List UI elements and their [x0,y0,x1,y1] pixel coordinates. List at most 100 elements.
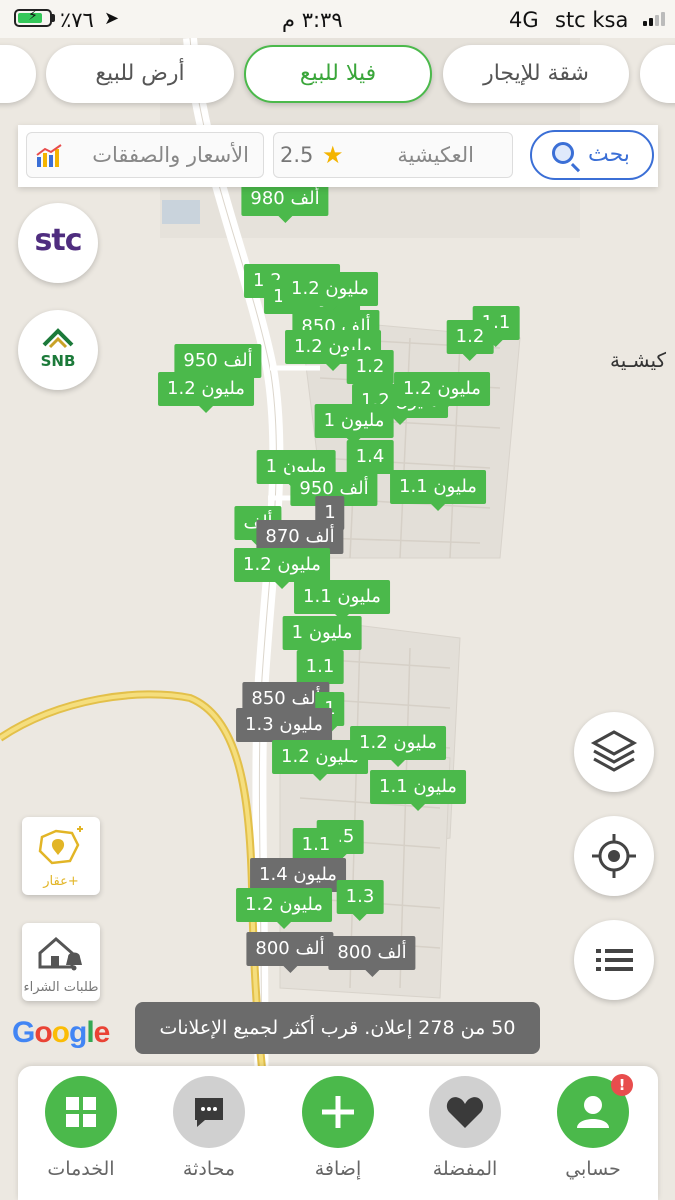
google-logo: Google [12,1016,110,1049]
listing-price-pin[interactable]: 1.4 مليون [250,858,346,899]
my-location-button[interactable] [574,816,654,896]
user-icon: ! [557,1074,633,1148]
listing-price-label: 1.2 مليون [359,732,437,753]
listing-price-pin[interactable]: 1.4 [346,440,394,481]
listing-price-pin[interactable]: 1.1 مليون [294,580,390,621]
location-name: العكيشية [397,143,474,167]
listing-price-label: 870 ألف [265,526,335,547]
layers-icon [590,730,638,772]
listing-price-pin[interactable]: 1.1 مليون [390,470,486,511]
listing-price-pin[interactable]: 1.2 [346,350,394,391]
bar-chart-icon [36,144,62,167]
layers-button[interactable] [574,712,654,792]
stc-button[interactable]: stc [18,203,98,283]
network-type: 4G [509,8,539,32]
nav-services-label: الخدمات [47,1158,115,1180]
listing-price-label: 1 مليون [323,410,385,431]
heart-icon [429,1076,501,1148]
star-icon: ★ [322,141,344,169]
listing-price-label: 800 ألف [337,942,407,963]
location-rating: 2.5 [280,143,314,167]
nav-chat[interactable]: محادثة [154,1076,264,1180]
snb-button[interactable]: SNB [18,310,98,390]
listing-price-label: 1.2 مليون [403,378,481,399]
nav-add[interactable]: إضافة [283,1076,393,1180]
listing-price-pin[interactable]: 1.2 مليون [236,888,332,929]
listing-price-pin[interactable]: 1 مليون [314,404,394,445]
listing-price-label: 1.2 مليون [245,894,323,915]
listing-price-pin[interactable]: 1.2 مليون [350,726,446,767]
search-bar: بحث العكيشية ★ 2.5 الأسعار والصفقات [18,125,658,187]
tab-apartment-rent[interactable]: شقة للإيجار [443,45,629,103]
map-area-label: كيشـية [610,348,667,372]
listing-price-label: 1.1 مليون [303,586,381,607]
listing-price-label: 1.2 مليون [167,378,245,399]
stc-logo: stc [34,223,83,258]
listing-price-pin[interactable]: 1.2 مليون [394,372,490,413]
snb-logo-icon [42,328,74,349]
prices-transactions-button[interactable]: الأسعار والصفقات [26,132,264,178]
listing-price-label: 1.1 [301,834,331,855]
purchase-requests-button[interactable]: طلبات الشراء [22,923,100,1001]
listing-price-pin[interactable]: 1.3 [336,880,384,921]
nav-account-label: حسابي [565,1158,621,1180]
listing-price-pin[interactable]: 1.2 مليون [282,272,378,313]
grid-icon [45,1076,117,1148]
listing-price-label: 980 ألف [250,188,320,209]
listing-price-label: 1.4 مليون [259,864,337,885]
listing-price-pin[interactable]: 1 مليون [282,616,362,657]
chat-icon [173,1076,245,1148]
tab-land-sale[interactable]: أرض للبيع [46,45,234,103]
listing-price-label: 1 مليون [291,622,353,643]
search-icon [552,142,574,164]
house-bell-icon [38,937,82,971]
listing-price-pin[interactable]: 1.3 مليون [236,708,332,749]
listing-price-label: 800 ألف [255,938,325,959]
listing-price-label: 850 ألف [251,688,321,709]
listing-price-pin[interactable]: 1.2 [446,320,494,361]
nav-services[interactable]: الخدمات [26,1076,136,1180]
listing-price-label: 1.3 مليون [245,714,323,735]
listing-price-label: 1.1 مليون [379,776,457,797]
clock: ٣:٣٩ م [282,8,343,32]
plus-icon [302,1076,374,1148]
search-button-label: بحث [588,142,630,167]
nav-chat-label: محادثة [182,1158,236,1180]
listing-price-label: 1.4 [355,446,385,467]
snb-logo: SNB [40,352,76,370]
listing-price-label: 950 ألف [183,350,253,371]
signal-icon [643,12,665,26]
nav-favorites-label: المفضلة [432,1158,498,1180]
listing-price-pin[interactable]: 980 ألف [241,182,329,223]
location-arrow-icon: ➤ [104,8,120,29]
listing-price-label: 1.3 [345,886,375,907]
listing-price-label: 1.1 [305,656,335,677]
listing-price-label: 1.2 [355,356,385,377]
location-selector[interactable]: العكيشية ★ 2.5 [273,132,513,178]
battery-icon: ⚡ [14,8,52,27]
listing-price-pin[interactable]: 1.2 مليون [158,372,254,413]
list-view-button[interactable] [574,920,654,1000]
listing-price-label: 1.1 مليون [399,476,477,497]
tab-villa-sale[interactable]: فيلا للبيع [244,45,432,103]
listing-price-pin[interactable]: 800 ألف [328,936,416,977]
status-bar: ⚡ ٪٧٦ ➤ ٣:٣٩ م 4G stc ksa [0,0,675,38]
nav-account[interactable]: ! حسابي [538,1074,648,1180]
listing-price-pin[interactable]: 1.2 مليون [234,548,330,589]
add-property-label: عقار+ [43,874,79,889]
nav-add-label: إضافة [314,1158,362,1180]
purchase-requests-label: طلبات الشراء [23,980,99,995]
add-property-button[interactable]: عقار+ [22,817,100,895]
list-icon [596,949,633,971]
bottom-nav: ! حسابي المفضلة إضافة محادثة الخدمات [18,1066,658,1200]
listing-price-label: 1.2 مليون [243,554,321,575]
search-button[interactable]: بحث [530,130,654,180]
map-pin-add-icon [38,826,83,865]
carrier-name: stc ksa [555,8,629,32]
nav-favorites[interactable]: المفضلة [410,1076,520,1180]
listing-price-pin[interactable]: 800 ألف [246,932,334,973]
listing-count-toast: 50 من 278 إعلان. قرب أكثر لجميع الإعلانا… [135,1002,540,1054]
listing-price-pin[interactable]: 1.1 [296,650,344,691]
listing-price-pin[interactable]: 1.1 مليون [370,770,466,811]
listing-price-pin[interactable]: 1.1 [292,828,340,869]
